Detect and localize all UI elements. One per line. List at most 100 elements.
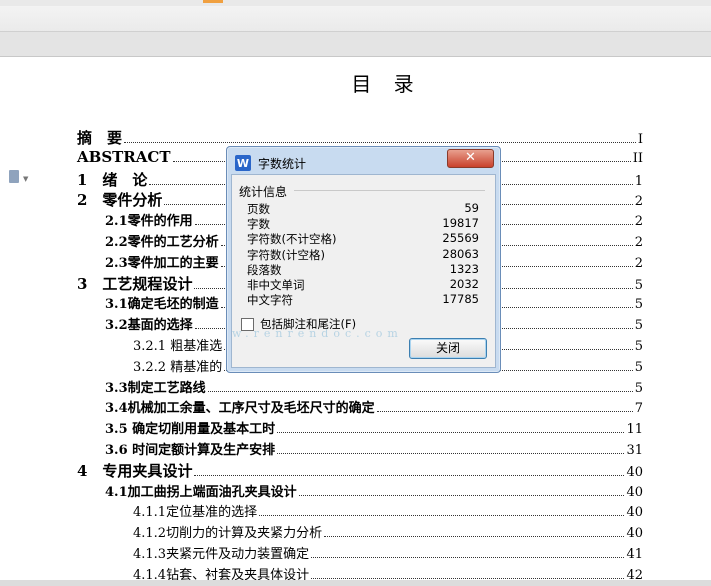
toc-leader-dots — [259, 515, 625, 517]
stat-row: 非中文单词 2032 — [247, 277, 479, 293]
toc-entry-label: 4.1.3夹紧元件及动力装置确定 — [133, 547, 310, 562]
status-bar — [0, 580, 711, 586]
close-button[interactable]: 关闭 — [409, 338, 487, 359]
toc-entry-label: 3.2.2 精基准的 — [133, 359, 223, 375]
stat-row: 字数 19817 — [247, 216, 479, 232]
stat-row: 字符数(不计空格) 25569 — [247, 231, 479, 247]
stat-label: 字符数(计空格) — [247, 247, 325, 262]
active-tab-indicator[interactable] — [203, 0, 223, 3]
stat-value: 1323 — [449, 261, 479, 276]
toc-leader-dots — [277, 453, 625, 454]
stat-label: 段落数 — [247, 262, 282, 277]
toc-entry-label: 3.4机械加工余量、工序尺寸及毛坯尺寸的确定 — [105, 401, 375, 417]
dialog-title: 字数统计 — [258, 156, 307, 171]
dialog-titlebar[interactable]: W 字数统计 — [235, 153, 306, 173]
stat-value: 17785 — [442, 292, 479, 307]
toc-entry[interactable]: 4.1加工曲拐上端面油孔夹具设计 40 — [105, 481, 643, 501]
toc-entry-page: 40 — [626, 464, 643, 480]
toc-leader-dots — [298, 494, 625, 496]
toc-entry[interactable]: 4.1.1定位基准的选择 40 — [133, 501, 643, 521]
toc-entry-label: 3.1确定毛坯的制造 — [105, 297, 219, 313]
toc-entry-page: 5 — [634, 380, 643, 396]
stat-label: 页数 — [247, 202, 270, 216]
toc-entry-page: 5 — [634, 339, 643, 354]
toc-entry[interactable]: 3.6 时间定额计算及生产安排 31 — [105, 439, 643, 459]
toc-entry[interactable]: 3.3制定工艺路线 5 — [105, 377, 643, 397]
toc-entry-page: 2 — [634, 214, 643, 230]
toc-entry-page: 2 — [634, 235, 643, 250]
stat-label: 中文字符 — [247, 293, 293, 308]
toc-entry-label: 4.1.1定位基准的选择 — [133, 505, 258, 521]
stat-value: 25569 — [442, 231, 479, 246]
stat-label: 非中文单词 — [247, 278, 305, 292]
include-footnotes-checkbox[interactable] — [241, 317, 254, 331]
toc-entry-page: 2 — [634, 255, 643, 271]
stat-row: 中文字符 17785 — [247, 292, 479, 308]
word-count-dialog: W 字数统计 ✕ 统计信息 页数 59 字数 19817 字符数(不计空格) 25569 字… — [226, 146, 501, 373]
wps-writer-icon: W — [235, 155, 251, 171]
toc-entry-page: 40 — [626, 505, 643, 521]
stat-value: 59 — [464, 201, 479, 215]
toc-entry-page: 5 — [634, 277, 643, 293]
stat-value: 28063 — [442, 246, 479, 261]
toc-entry-label: 3 工艺规程设计 — [77, 274, 193, 293]
dropdown-arrow-icon: ▼ — [23, 175, 29, 183]
toc-entry[interactable]: 4 专用夹具设计 40 — [77, 460, 643, 480]
page-title: 目 录 — [351, 72, 422, 96]
toc-entry[interactable]: 3.4机械加工余量、工序尺寸及毛坯尺寸的确定 7 — [105, 397, 643, 417]
toc-entry-page: II — [632, 150, 643, 166]
toc-entry-label: 摘 要 — [77, 129, 123, 147]
toc-leader-dots — [207, 390, 633, 392]
stat-label: 字符数(不计空格) — [247, 232, 337, 247]
close-icon[interactable]: ✕ — [447, 149, 494, 168]
group-label: 统计信息 — [239, 185, 288, 199]
stat-label: 字数 — [247, 217, 270, 232]
toc-entry-page: 31 — [626, 443, 643, 458]
stat-row: 段落数 1323 — [247, 262, 479, 278]
toc-leader-dots — [124, 142, 636, 143]
toc-entry[interactable]: 摘 要I — [77, 127, 643, 147]
toc-entry-page: 1 — [634, 173, 643, 189]
toc-leader-dots — [311, 557, 625, 558]
toc-entry[interactable]: 3.5 确定切削用量及基本工时 11 — [105, 418, 643, 438]
toc-entry-page: 5 — [634, 318, 643, 334]
toc-entry[interactable]: 4.1.3夹紧元件及动力装置确定 41 — [133, 543, 643, 563]
document-list-icon[interactable]: ▼ — [9, 170, 28, 184]
dialog-body: 统计信息 页数 59 字数 19817 字符数(不计空格) 25569 字符数(计空格) 28… — [231, 174, 496, 368]
toc-entry-label: 2 零件分析 — [77, 191, 163, 210]
include-footnotes-option[interactable]: 包括脚注和尾注(F) — [241, 316, 356, 332]
toc-leader-dots — [311, 577, 625, 579]
stat-value: 19817 — [442, 216, 479, 231]
toc-entry-label: 1 绪 论 — [77, 170, 148, 189]
toc-entry-page: 7 — [634, 401, 643, 417]
group-divider — [294, 190, 485, 191]
toc-entry-label: 2.3零件加工的主要 — [105, 255, 219, 271]
toc-entry-page: 11 — [626, 422, 643, 438]
toc-entry-label: 3.2.1 粗基准选 — [133, 339, 223, 354]
toc-entry-label: 3.5 确定切削用量及基本工时 — [105, 422, 276, 438]
toc-leader-dots — [376, 411, 633, 413]
stat-row: 字符数(计空格) 28063 — [247, 247, 479, 263]
toc-entry-label: 2.2零件的工艺分析 — [105, 235, 219, 250]
toc-entry-page: 2 — [634, 194, 643, 210]
toc-entry-page: 5 — [634, 297, 643, 313]
toc-entry-label: 4.1加工曲拐上端面油孔夹具设计 — [105, 484, 297, 500]
toc-entry-label: ABSTRACT — [77, 147, 171, 166]
toc-entry-label: 3.3制定工艺路线 — [105, 380, 206, 396]
toc-entry-label: 3.6 时间定额计算及生产安排 — [105, 443, 276, 458]
stat-value: 2032 — [449, 277, 479, 291]
toc-leader-dots — [194, 474, 625, 476]
document-icon — [9, 170, 19, 183]
toc-entry-page: 41 — [626, 547, 643, 562]
toc-entry[interactable]: 4.1.2切削力的计算及夹紧力分析 40 — [133, 522, 643, 542]
ruler — [0, 31, 711, 56]
toc-leader-dots — [324, 536, 625, 538]
toc-entry-label: 4 专用夹具设计 — [77, 461, 193, 480]
toc-entry-label: 2.1零件的作用 — [105, 214, 193, 230]
toc-entry-label: 3.2基面的选择 — [105, 318, 193, 334]
toc-entry-page: 40 — [626, 484, 643, 500]
toc-entry-page: 40 — [626, 526, 643, 542]
include-footnotes-label: 包括脚注和尾注(F) — [260, 317, 357, 331]
stat-row: 页数 59 — [247, 201, 479, 217]
toc-entry-page: 5 — [634, 359, 643, 375]
